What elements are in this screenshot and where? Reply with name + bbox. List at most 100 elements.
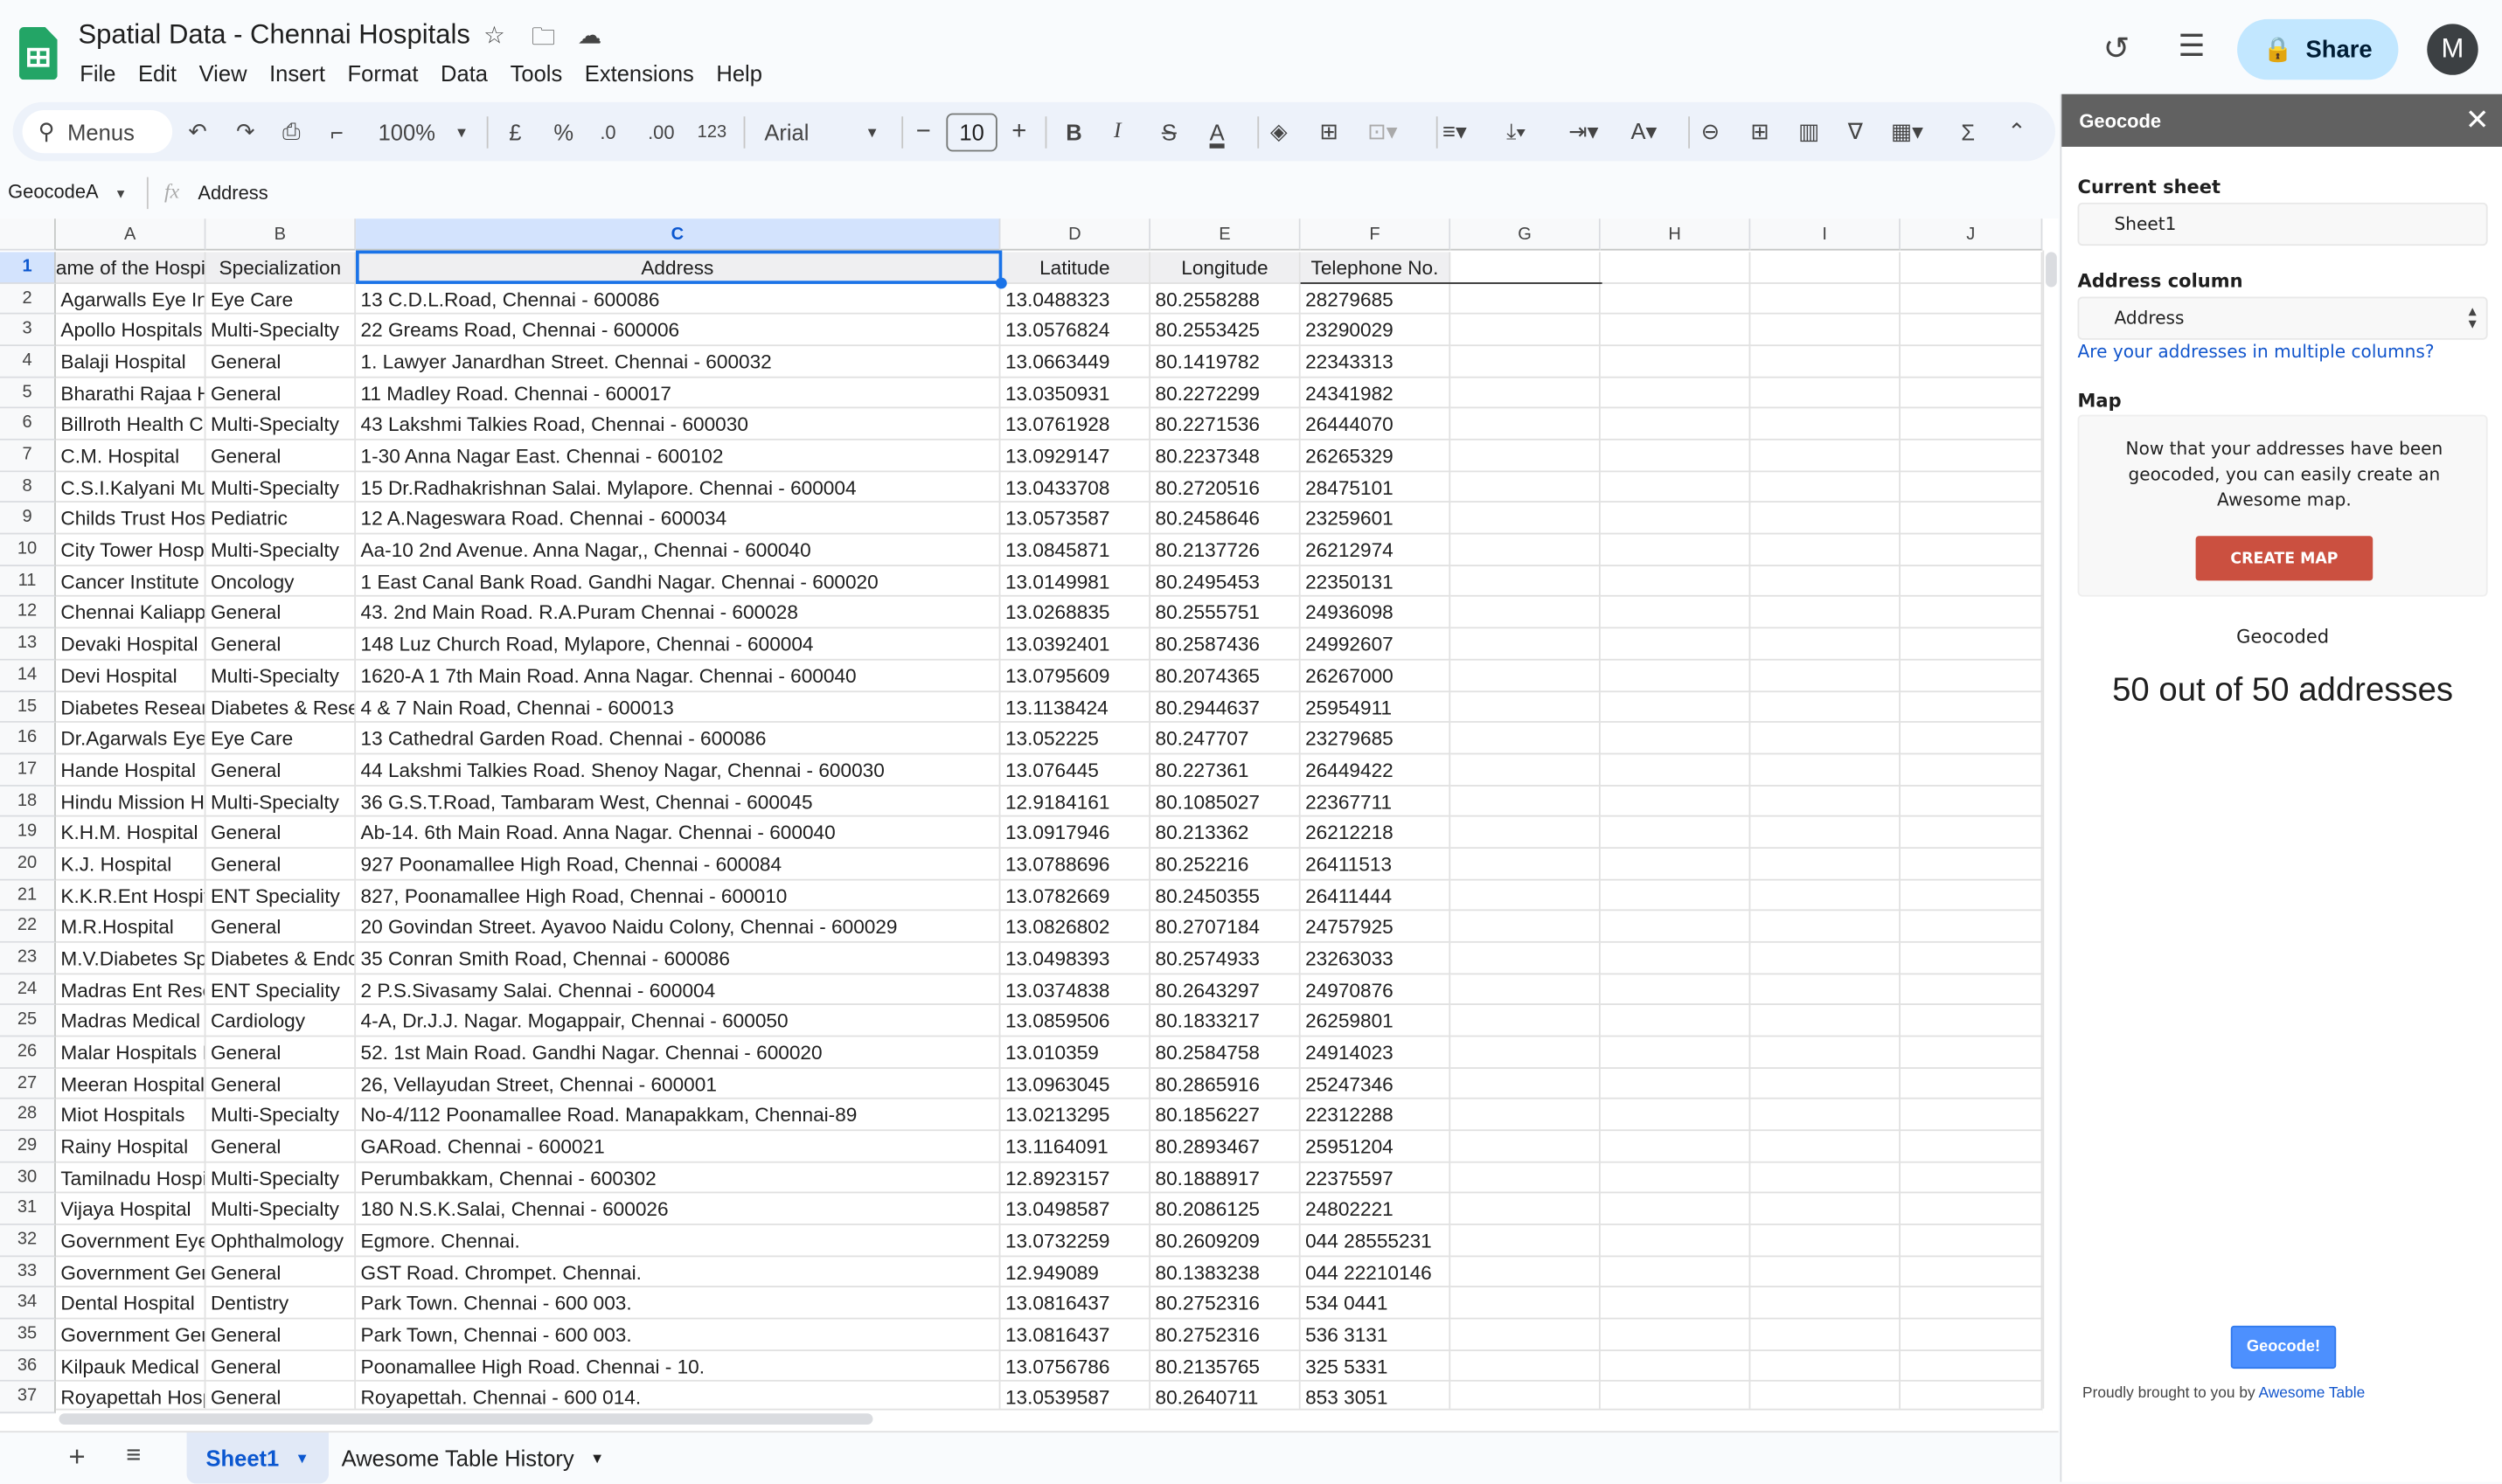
formula-input[interactable]: Address	[198, 182, 268, 205]
table-cell[interactable]: 13.0761928	[1000, 408, 1151, 440]
tab-sheet1[interactable]: Sheet1 ▼	[186, 1432, 329, 1484]
table-cell[interactable]: 13.0859506	[1000, 1005, 1151, 1037]
print-icon[interactable]: ⎙	[282, 102, 300, 162]
table-cell[interactable]	[1900, 1319, 2043, 1351]
vertical-align-icon[interactable]: ⤓▾	[1506, 102, 1526, 162]
table-cell[interactable]: 13.0782669	[1000, 879, 1151, 912]
row-header[interactable]: 16	[0, 723, 56, 755]
table-cell[interactable]: 80.2495453	[1150, 565, 1301, 598]
table-cell[interactable]: 13.0845871	[1000, 534, 1151, 566]
zoom-select[interactable]: 100% ▼	[379, 102, 469, 162]
column-header-g[interactable]: G	[1450, 218, 1601, 251]
table-cell[interactable]: 13.0433708	[1000, 471, 1151, 503]
table-cell[interactable]: Madras Ent Rese	[55, 974, 206, 1006]
table-cell[interactable]: 13.0816437	[1000, 1319, 1151, 1351]
table-cell[interactable]: 23290029	[1300, 315, 1451, 347]
table-cell[interactable]: Aa-10 2nd Avenue. Anna Nagar,, Chennai -…	[356, 534, 1001, 566]
table-cell[interactable]	[1600, 816, 1751, 849]
table-cell[interactable]	[1750, 1162, 1901, 1195]
table-cell[interactable]: 4-A, Dr.J.J. Nagar. Mogappair, Chennai -…	[356, 1005, 1001, 1037]
sheets-logo[interactable]	[18, 27, 58, 80]
table-cell[interactable]	[1900, 911, 2043, 943]
table-cell[interactable]: 26444070	[1300, 408, 1451, 440]
font-size-input[interactable]: 10	[946, 113, 997, 152]
table-cell[interactable]	[1450, 848, 1601, 880]
row-header[interactable]: 8	[0, 471, 56, 503]
name-box[interactable]: GeocodeA ▼	[8, 180, 127, 203]
table-cell[interactable]	[1450, 471, 1601, 503]
table-cell[interactable]: Diabetes Resear	[55, 691, 206, 724]
table-cell[interactable]: 80.2865916	[1150, 1068, 1301, 1100]
table-cell[interactable]	[1900, 628, 2043, 661]
table-cell[interactable]	[1450, 1037, 1601, 1069]
percent-format-button[interactable]: %	[553, 102, 573, 162]
table-cell[interactable]: 25954911	[1300, 691, 1451, 724]
row-header[interactable]: 12	[0, 597, 56, 629]
table-cell[interactable]: 24341982	[1300, 378, 1451, 409]
table-cell[interactable]	[1450, 723, 1601, 755]
table-cell[interactable]: Miot Hospitals	[55, 1099, 206, 1132]
table-cell[interactable]	[1900, 471, 2043, 503]
table-cell[interactable]: 43 Lakshmi Talkies Road, Chennai - 60003…	[356, 408, 1001, 440]
table-cell[interactable]: 24936098	[1300, 597, 1451, 629]
table-cell[interactable]: Perumbakkam, Chennai - 600302	[356, 1162, 1001, 1195]
table-cell[interactable]: 12 A.Nageswara Road. Chennai - 600034	[356, 503, 1001, 535]
row-header[interactable]: 17	[0, 754, 56, 787]
table-cell[interactable]: 148 Luz Church Road, Mylapore, Chennai -…	[356, 628, 1001, 661]
table-cell[interactable]: Apollo Hospitals	[55, 315, 206, 347]
table-cell[interactable]: 80.2752316	[1150, 1287, 1301, 1320]
table-cell[interactable]: Chennai Kaliappa	[55, 597, 206, 629]
table-cell[interactable]	[1600, 1256, 1751, 1288]
column-header-a[interactable]: A	[55, 218, 206, 251]
table-cell[interactable]: 13.010359	[1000, 1037, 1151, 1069]
table-cell[interactable]	[1750, 1099, 1901, 1132]
table-cell[interactable]	[1600, 471, 1751, 503]
table-cell[interactable]: 80.2458646	[1150, 503, 1301, 535]
column-header-j[interactable]: J	[1900, 218, 2043, 251]
table-cell[interactable]: General	[205, 378, 357, 409]
table-cell[interactable]	[1900, 1131, 2043, 1163]
table-cell[interactable]: 13.0149981	[1000, 565, 1151, 598]
table-cell[interactable]	[1450, 816, 1601, 849]
text-rotation-icon[interactable]: A▾	[1630, 102, 1657, 162]
table-cell[interactable]: Ophthalmology	[205, 1224, 357, 1257]
table-cell[interactable]: Government Gen	[55, 1256, 206, 1288]
table-cell[interactable]: 80.2558288	[1150, 283, 1301, 316]
table-cell[interactable]: Diabetes & Rese	[205, 691, 357, 724]
table-cell[interactable]	[1450, 942, 1601, 974]
row-header[interactable]: 25	[0, 1005, 56, 1037]
row-header[interactable]: 26	[0, 1037, 56, 1069]
table-cell[interactable]	[1450, 534, 1601, 566]
table-cell[interactable]	[1900, 408, 2043, 440]
table-cell[interactable]: 80.247707	[1150, 723, 1301, 755]
table-cell[interactable]	[1600, 1162, 1751, 1195]
table-cell[interactable]: 80.2553425	[1150, 315, 1301, 347]
table-cell[interactable]: K.H.M. Hospital	[55, 816, 206, 849]
table-cell[interactable]: 80.2893467	[1150, 1131, 1301, 1163]
table-cell[interactable]: 13 C.D.L.Road, Chennai - 600086	[356, 283, 1001, 316]
row-header[interactable]: 32	[0, 1224, 56, 1257]
table-cell[interactable]: 1 East Canal Bank Road. Gandhi Nagar. Ch…	[356, 565, 1001, 598]
row-header[interactable]: 21	[0, 879, 56, 912]
table-cell[interactable]: General	[205, 1068, 357, 1100]
table-cell[interactable]	[1450, 1319, 1601, 1351]
table-cell[interactable]: Devi Hospital	[55, 660, 206, 692]
table-cell[interactable]	[1450, 597, 1601, 629]
cloud-saved-icon[interactable]: ☁	[578, 21, 601, 50]
table-cell[interactable]: 80.2574933	[1150, 942, 1301, 974]
table-cell[interactable]	[1750, 879, 1901, 912]
table-cell[interactable]: 22367711	[1300, 786, 1451, 817]
table-cell[interactable]: 22350131	[1300, 565, 1451, 598]
table-cell[interactable]: 24757925	[1300, 911, 1451, 943]
table-cell[interactable]: 80.213362	[1150, 816, 1301, 849]
increase-font-size-button[interactable]: +	[1011, 102, 1026, 162]
table-cell[interactable]: 80.2086125	[1150, 1194, 1301, 1225]
menu-format[interactable]: Format	[348, 60, 419, 86]
row-header[interactable]: 35	[0, 1319, 56, 1351]
table-cell[interactable]	[1750, 848, 1901, 880]
table-cell[interactable]	[1600, 1350, 1751, 1383]
redo-icon[interactable]: ↷	[236, 102, 254, 162]
table-cell[interactable]: Kilpauk Medical (	[55, 1350, 206, 1383]
table-cell[interactable]: General	[205, 1319, 357, 1351]
table-cell[interactable]	[1450, 1162, 1601, 1195]
